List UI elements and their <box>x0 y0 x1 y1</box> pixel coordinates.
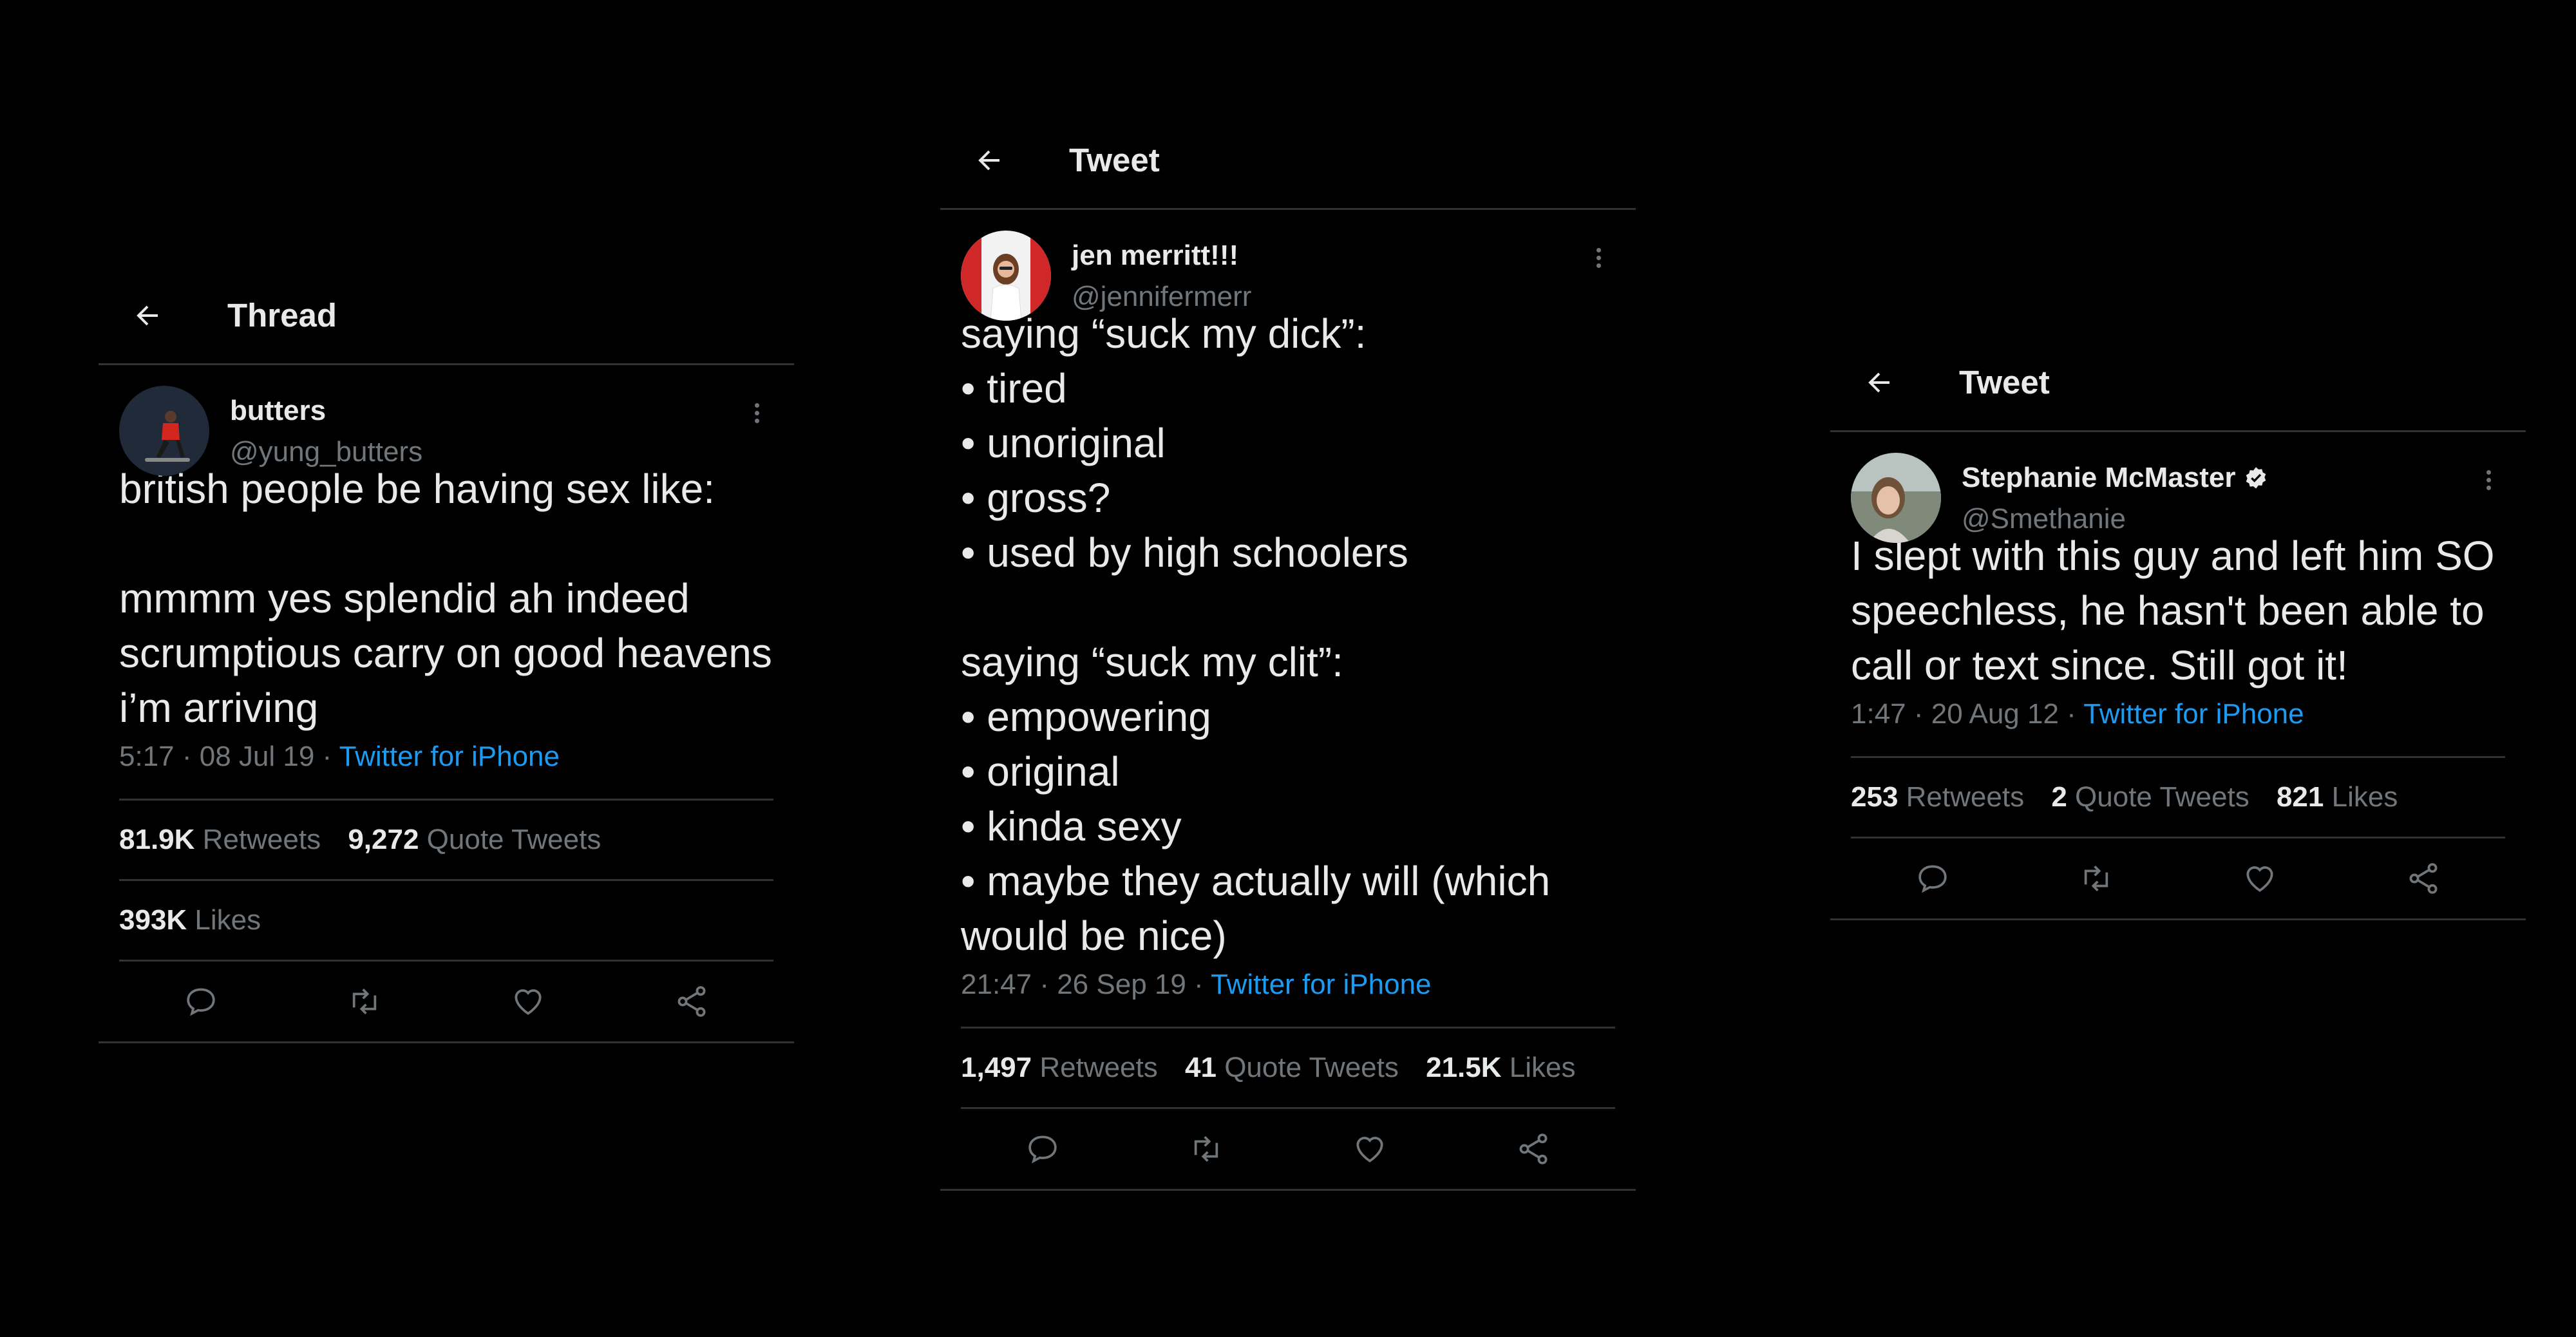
reply-icon[interactable] <box>1915 860 1951 896</box>
tweet-source-link[interactable]: Twitter for iPhone <box>1211 969 1431 1000</box>
retweet-icon[interactable] <box>1188 1131 1224 1167</box>
tweet-panel-thread: Thread butters @yung_butters british peo… <box>99 267 794 1043</box>
header-title: Tweet <box>1959 364 2050 401</box>
likes-label: Likes <box>1509 1052 1576 1083</box>
retweets-stat[interactable]: 81.9K Retweets <box>119 824 321 855</box>
tweet-timestamp: 1:47 · 20 Aug 12 · Twitter for iPhone <box>1851 698 2505 758</box>
more-options-icon[interactable] <box>753 400 761 426</box>
back-arrow-icon[interactable] <box>132 300 163 331</box>
reply-icon[interactable] <box>183 983 219 1019</box>
like-count: 21.5K <box>1426 1052 1502 1083</box>
share-icon[interactable] <box>1515 1131 1551 1167</box>
tweet-time: 5:17 · 08 Jul 19 · <box>119 741 339 772</box>
likes-stat[interactable]: 821 Likes <box>2277 781 2398 813</box>
quote-tweets-label: Quote Tweets <box>426 824 601 855</box>
share-icon[interactable] <box>2405 860 2441 896</box>
tweet-actions <box>940 1109 1636 1191</box>
tweet-author: butters @yung_butters <box>119 365 773 476</box>
like-icon[interactable] <box>2242 860 2278 896</box>
reply-icon[interactable] <box>1025 1131 1061 1167</box>
author-name[interactable]: Stephanie McMaster <box>1962 462 2235 494</box>
retweets-stat[interactable]: 1,497 Retweets <box>961 1052 1158 1083</box>
likes-stat[interactable]: 21.5K Likes <box>1426 1052 1575 1083</box>
retweets-label: Retweets <box>1039 1052 1158 1083</box>
retweet-count: 1,497 <box>961 1052 1032 1083</box>
back-arrow-icon[interactable] <box>1864 367 1895 398</box>
back-arrow-icon[interactable] <box>974 145 1005 176</box>
header-title: Thread <box>227 297 337 334</box>
tweet-time: 1:47 · 20 Aug 12 · <box>1851 698 2084 730</box>
tweet-stats-row: 253 Retweets 2 Quote Tweets 821 Likes <box>1851 758 2505 839</box>
author-handle[interactable]: @Smethanie <box>1962 503 2269 535</box>
quote-tweets-stat[interactable]: 9,272 Quote Tweets <box>348 824 601 855</box>
quote-tweets-label: Quote Tweets <box>2075 781 2249 813</box>
retweets-stat[interactable]: 253 Retweets <box>1851 781 2024 813</box>
quote-count: 41 <box>1185 1052 1217 1083</box>
retweet-count: 81.9K <box>119 824 195 855</box>
like-count: 821 <box>2276 781 2324 813</box>
avatar[interactable] <box>1851 453 1941 543</box>
quote-tweets-label: Quote Tweets <box>1224 1052 1399 1083</box>
tweet-text: saying “suck my dick”: • tired • unorigi… <box>961 310 1551 959</box>
more-options-icon[interactable] <box>1595 245 1602 271</box>
tweet-time: 21:47 · 26 Sep 19 · <box>961 969 1211 1000</box>
verified-badge-icon <box>2246 467 2266 489</box>
quote-tweets-stat[interactable]: 2 Quote Tweets <box>2051 781 2249 813</box>
header-title: Tweet <box>1069 142 1160 178</box>
like-icon[interactable] <box>1352 1131 1388 1167</box>
like-count: 393K <box>119 904 187 936</box>
tweet-text: british people be having sex like: mmmm … <box>119 466 772 731</box>
panel-header: Tweet <box>940 112 1636 210</box>
tweet-author: jen merritt!!! @jennifermerr <box>961 210 1615 321</box>
more-options-icon[interactable] <box>2485 467 2492 493</box>
likes-label: Likes <box>2331 781 2398 813</box>
author-handle[interactable]: @yung_butters <box>230 436 422 468</box>
likes-label: Likes <box>194 904 261 936</box>
tweet-source-link[interactable]: Twitter for iPhone <box>2083 698 2304 730</box>
quote-count: 2 <box>2051 781 2067 813</box>
quote-count: 9,272 <box>348 824 419 855</box>
retweets-label: Retweets <box>202 824 321 855</box>
quote-tweets-stat[interactable]: 41 Quote Tweets <box>1185 1052 1399 1083</box>
author-name[interactable]: jen merritt!!! <box>1072 240 1238 272</box>
tweet-stats-row: 1,497 Retweets 41 Quote Tweets 21.5K Lik… <box>961 1029 1615 1109</box>
author-handle[interactable]: @jennifermerr <box>1072 281 1251 313</box>
tweet-text: I slept with this guy and left him SO sp… <box>1851 533 2506 688</box>
tweet-timestamp: 5:17 · 08 Jul 19 · Twitter for iPhone <box>119 741 773 801</box>
like-icon[interactable] <box>510 983 546 1019</box>
avatar[interactable] <box>119 386 209 476</box>
tweet-stats-row-1: 81.9K Retweets 9,272 Quote Tweets <box>119 801 773 881</box>
tweet-source-link[interactable]: Twitter for iPhone <box>339 741 560 772</box>
tweet-actions <box>1830 839 2526 920</box>
retweet-icon[interactable] <box>2078 860 2114 896</box>
tweet-stats-row-2: 393K Likes <box>119 881 773 962</box>
author-name[interactable]: butters <box>230 395 326 427</box>
panel-header: Tweet <box>1830 334 2526 432</box>
tweet-panel-jen: Tweet jen merritt!!! @jennifermerr sayin… <box>940 112 1636 1191</box>
tweet-author: Stephanie McMaster @Smethanie <box>1851 432 2505 543</box>
share-icon[interactable] <box>674 983 710 1019</box>
tweet-actions <box>99 962 794 1043</box>
panel-header: Thread <box>99 267 794 365</box>
avatar[interactable] <box>961 231 1051 321</box>
likes-stat[interactable]: 393K Likes <box>119 904 261 936</box>
retweets-label: Retweets <box>1906 781 2025 813</box>
retweet-icon[interactable] <box>346 983 383 1019</box>
retweet-count: 253 <box>1851 781 1899 813</box>
tweet-timestamp: 21:47 · 26 Sep 19 · Twitter for iPhone <box>961 969 1615 1029</box>
tweet-panel-stephanie: Tweet Stephanie McMaster @Smethanie I sl… <box>1830 334 2526 920</box>
